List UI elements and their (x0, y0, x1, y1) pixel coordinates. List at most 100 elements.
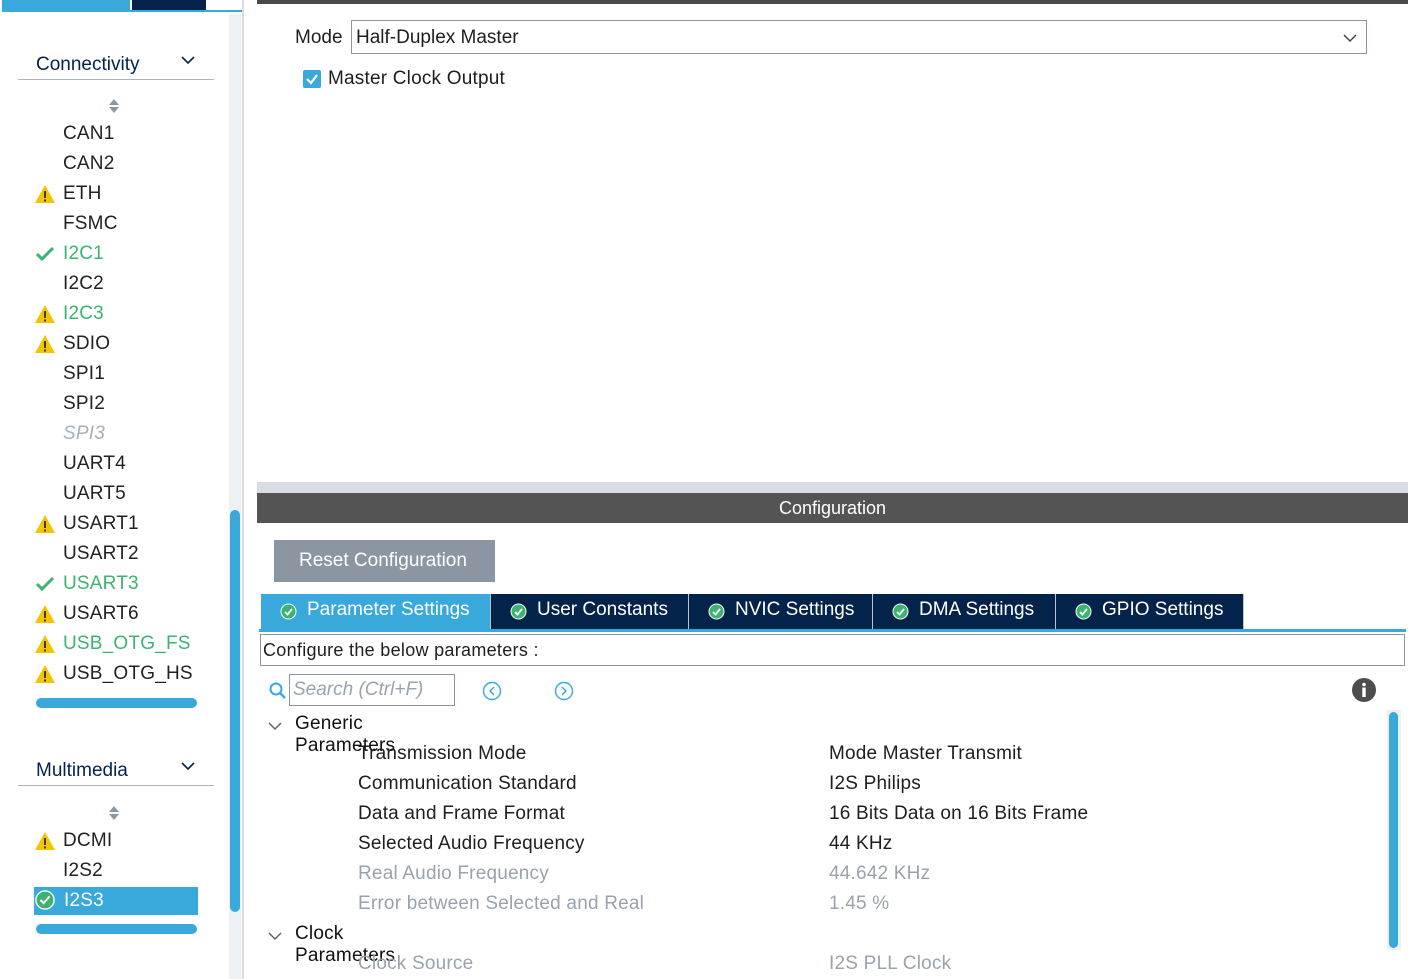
sidebar-item-i2c2[interactable]: I2C2 (34, 270, 198, 298)
sidebar-item-spi2[interactable]: SPI2 (34, 390, 198, 418)
parameter-value: 44.642 KHz (829, 863, 931, 884)
sidebar-item-can2[interactable]: CAN2 (34, 150, 198, 178)
mode-panel-border (257, 0, 1408, 4)
sidebar-item-usart6[interactable]: USART6 (34, 600, 198, 628)
parameter-scrollbar-thumb[interactable] (1389, 712, 1398, 948)
parameter-name: Real Audio Frequency (358, 863, 549, 884)
sidebar-item-eth[interactable]: ETH (34, 180, 198, 208)
parameter-name: Data and Frame Format (358, 803, 565, 824)
tab-label: GPIO Settings (1102, 599, 1224, 620)
sidebar-tab-categories[interactable] (2, 0, 130, 10)
multimedia-horizontal-scrollbar[interactable] (36, 924, 197, 934)
sidebar-item-can1[interactable]: CAN1 (34, 120, 198, 148)
sidebar-item-label: I2S3 (64, 890, 104, 911)
sidebar-item-fsmc[interactable]: FSMC (34, 210, 198, 238)
tab-gpio-settings[interactable]: GPIO Settings (1056, 594, 1244, 630)
sidebar-item-uart5[interactable]: UART5 (34, 480, 198, 508)
tab-user-constants[interactable]: User Constants (491, 594, 689, 630)
parameter-row: Error between Selected and Real 1.45 % (358, 891, 1388, 919)
sidebar-tab-az[interactable] (132, 0, 206, 10)
chevron-down-icon[interactable] (1342, 30, 1358, 46)
parameter-row[interactable]: Data and Frame Format 16 Bits Data on 16 … (358, 801, 1388, 829)
check-icon (35, 576, 55, 592)
sidebar-item-usart3[interactable]: USART3 (34, 570, 198, 598)
sidebar-item-usb-otg-hs[interactable]: USB_OTG_HS (34, 660, 198, 688)
tabs-underline (259, 629, 1406, 632)
configure-parameters-text: Configure the below parameters : (263, 640, 539, 660)
tab-label: NVIC Settings (735, 599, 855, 620)
chevron-down-icon[interactable] (267, 719, 283, 733)
parameter-row[interactable]: Transmission Mode Mode Master Transmit (358, 741, 1388, 769)
configuration-header: Configuration (257, 493, 1408, 523)
sidebar-item-label: USB_OTG_FS (63, 633, 191, 654)
sidebar-item-i2c1[interactable]: I2C1 (34, 240, 198, 268)
sidebar-item-usart2[interactable]: USART2 (34, 540, 198, 568)
search-icon[interactable] (268, 681, 287, 700)
checkmark-icon (306, 74, 318, 85)
parameter-name: Clock Source (358, 953, 474, 974)
sidebar-item-label: SPI3 (63, 423, 105, 444)
tab-nvic-settings[interactable]: NVIC Settings (689, 594, 873, 630)
sidebar-item-dcmi[interactable]: DCMI (34, 827, 198, 855)
sidebar-item-usart1[interactable]: USART1 (34, 510, 198, 538)
parameter-value: I2S PLL Clock (829, 953, 952, 974)
next-match-icon[interactable] (553, 680, 575, 702)
parameter-name: Selected Audio Frequency (358, 833, 585, 854)
sidebar-item-label: I2C1 (63, 243, 104, 264)
mode-label: Mode (295, 27, 343, 48)
parameter-value[interactable]: I2S Philips (829, 773, 921, 795)
parameter-value[interactable]: 16 Bits Data on 16 Bits Frame (829, 803, 1088, 825)
tab-label: DMA Settings (919, 599, 1035, 620)
chevron-down-icon[interactable] (180, 52, 196, 68)
warning-icon (35, 635, 55, 653)
sidebar-item-i2c3[interactable]: I2C3 (34, 300, 198, 328)
warning-icon (35, 832, 55, 850)
configure-parameters-box: Configure the below parameters : (260, 634, 1405, 666)
search-input[interactable] (289, 674, 455, 706)
sidebar-item-label: SDIO (63, 333, 111, 354)
warning-icon (35, 605, 55, 623)
mode-select-value: Half-Duplex Master (356, 27, 519, 48)
sidebar-item-spi3[interactable]: SPI3 (34, 420, 198, 448)
reset-configuration-button[interactable]: Reset Configuration (274, 540, 495, 582)
sidebar-item-label: ETH (63, 183, 102, 204)
warning-icon (35, 335, 55, 353)
info-icon[interactable] (1351, 677, 1377, 703)
parameter-row[interactable]: Communication Standard I2S Philips (358, 771, 1388, 799)
connectivity-horizontal-scrollbar[interactable] (36, 698, 197, 708)
chevron-down-icon[interactable] (267, 929, 283, 943)
warning-icon (35, 515, 55, 533)
sidebar-item-usb-otg-fs[interactable]: USB_OTG_FS (34, 630, 198, 658)
category-header-connectivity[interactable]: Connectivity (18, 46, 214, 80)
previous-match-icon[interactable] (481, 680, 503, 702)
check-circle-icon (510, 603, 527, 620)
sidebar-item-i2s2[interactable]: I2S2 (34, 857, 198, 885)
mode-select[interactable]: Half-Duplex Master (351, 20, 1367, 54)
category-title: Connectivity (36, 54, 140, 75)
sidebar-item-label: USART1 (63, 513, 139, 534)
sort-icon[interactable] (106, 804, 122, 822)
tab-parameter-settings[interactable]: Parameter Settings (261, 594, 491, 630)
warning-icon (35, 185, 55, 203)
tab-dma-settings[interactable]: DMA Settings (873, 594, 1056, 630)
sort-icon[interactable] (106, 97, 122, 115)
sidebar-item-label: SPI2 (63, 393, 105, 414)
panel-splitter[interactable] (257, 482, 1408, 493)
configuration-title: Configuration (778, 498, 887, 518)
sidebar-item-label: USART3 (63, 573, 139, 594)
parameter-value[interactable]: 44 KHz (829, 833, 893, 855)
sidebar-item-uart4[interactable]: UART4 (34, 450, 198, 478)
parameter-row[interactable]: Selected Audio Frequency 44 KHz (358, 831, 1388, 859)
sidebar-item-label: USB_OTG_HS (63, 663, 193, 684)
master-clock-checkbox[interactable] (303, 70, 321, 88)
chevron-down-icon[interactable] (180, 758, 196, 774)
sidebar-scrollbar-thumb[interactable] (230, 510, 240, 912)
sidebar-item-i2s3[interactable]: I2S3 (34, 887, 198, 915)
category-header-multimedia[interactable]: Multimedia (18, 752, 214, 786)
check-circle-icon (1075, 603, 1092, 620)
parameter-name: Communication Standard (358, 773, 577, 794)
parameter-value[interactable]: Mode Master Transmit (829, 743, 1022, 765)
sidebar-item-sdio[interactable]: SDIO (34, 330, 198, 358)
sidebar-item-label: UART5 (63, 483, 126, 504)
sidebar-item-spi1[interactable]: SPI1 (34, 360, 198, 388)
